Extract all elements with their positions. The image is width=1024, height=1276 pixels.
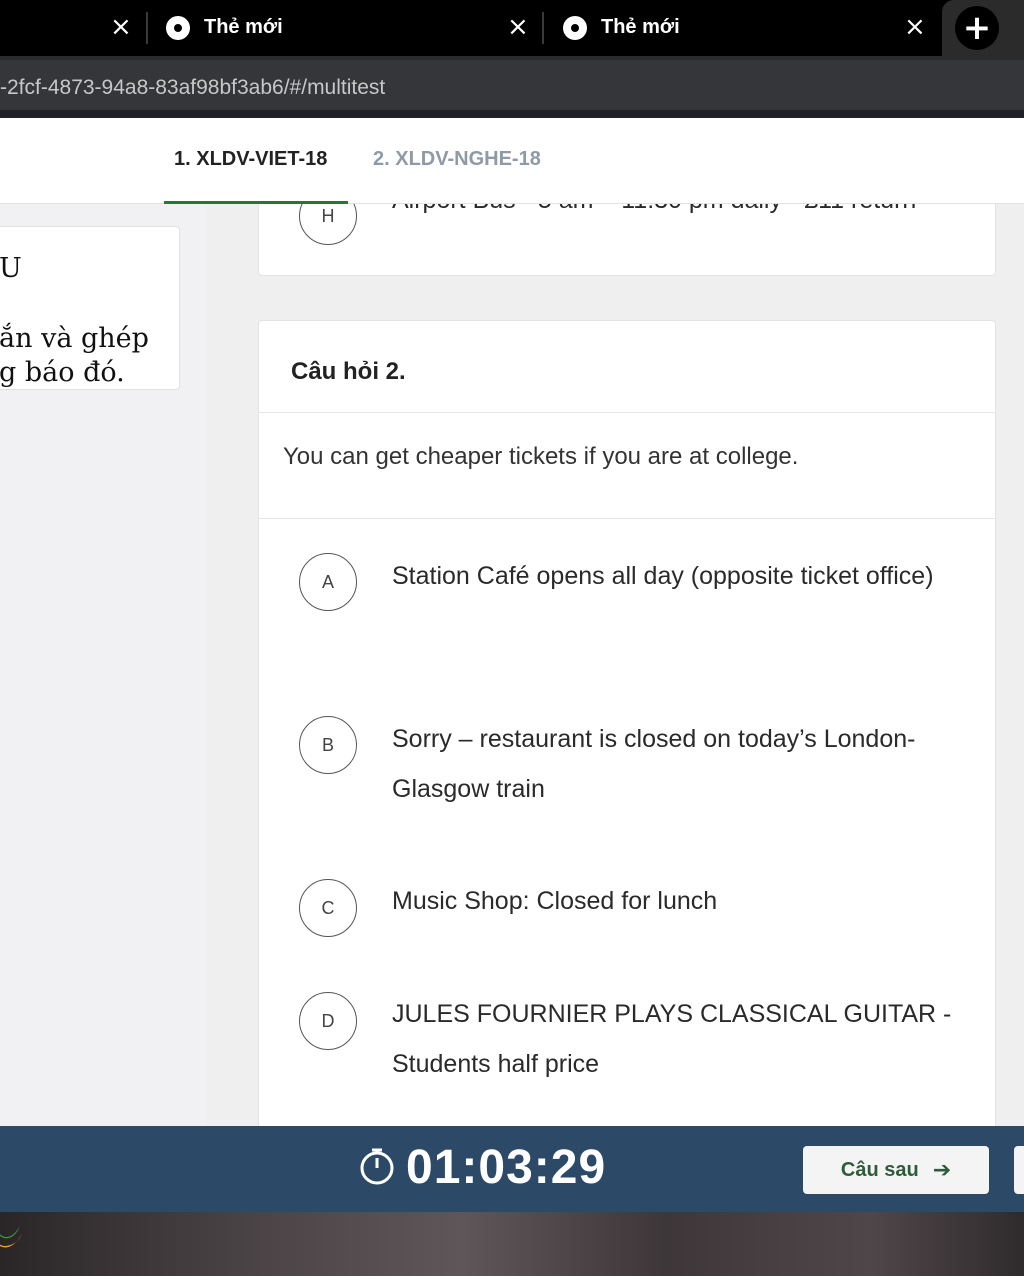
next-question-button[interactable]: Câu sau ➔ <box>803 1146 989 1194</box>
instruction-line: g báo đó. <box>0 357 125 388</box>
tab-close-icon[interactable]: × <box>507 14 529 40</box>
tab-close-icon[interactable]: × <box>110 14 132 40</box>
browser-tab-strip: × Thẻ mới × Thẻ mới × + <box>0 0 1024 56</box>
toolbar-divider <box>0 110 1024 118</box>
desktop-background <box>0 1212 1024 1276</box>
tab-title[interactable]: Thẻ mới <box>601 16 680 39</box>
option-d-text[interactable]: JULES FOURNIER PLAYS CLASSICAL GUITAR -S… <box>392 989 962 1089</box>
countdown-timer: 01:03:29 <box>406 1141 607 1194</box>
tab-xldv-nghe-18[interactable]: 2. XLDV-NGHE-18 <box>373 148 541 171</box>
option-h-text: Airport Bus - 5 am – 11:30 pm daily - £1… <box>392 204 916 215</box>
option-a-circle[interactable]: A <box>299 553 357 611</box>
partial-button[interactable] <box>1014 1146 1024 1194</box>
option-b-text[interactable]: Sorry – restaurant is closed on today’s … <box>392 714 962 814</box>
footer-bar: 01:03:29 Câu sau ➔ <box>0 1126 1024 1212</box>
instruction-line: U <box>0 253 22 284</box>
next-button-label: Câu sau <box>840 1158 919 1181</box>
chrome-icon <box>563 16 587 40</box>
option-c-text[interactable]: Music Shop: Closed for lunch <box>392 876 962 926</box>
question-divider <box>258 518 996 519</box>
tab-separator <box>542 12 544 44</box>
tab-xldv-viet-18[interactable]: 1. XLDV-VIET-18 <box>174 148 327 171</box>
instructions-panel: U ắn và ghép g báo đó. <box>0 226 180 390</box>
option-b-circle[interactable]: B <box>299 716 357 774</box>
option-h-circle[interactable]: H <box>299 204 357 245</box>
previous-option-viewport: H Airport Bus - 5 am – 11:30 pm daily - … <box>240 204 1010 274</box>
tab-title[interactable]: Thẻ mới <box>204 16 283 39</box>
chrome-icon <box>166 16 190 40</box>
question-text: You can get cheaper tickets if you are a… <box>283 443 799 470</box>
option-c-circle[interactable]: C <box>299 879 357 937</box>
url-text[interactable]: -2fcf-4873-94a8-83af98bf3ab6/#/multitest <box>0 76 385 100</box>
app-logo-icon <box>0 1226 22 1248</box>
question-divider <box>258 412 996 413</box>
stopwatch-icon <box>360 1148 394 1185</box>
new-tab-plus-icon[interactable]: + <box>955 6 999 50</box>
instruction-line: ắn và ghép <box>0 323 149 354</box>
address-bar[interactable]: -2fcf-4873-94a8-83af98bf3ab6/#/multitest <box>0 56 1024 118</box>
active-tab-indicator <box>164 201 348 204</box>
option-a-text[interactable]: Station Café opens all day (opposite tic… <box>392 551 962 601</box>
tab-separator <box>146 12 148 44</box>
arrow-right-icon: ➔ <box>932 1157 952 1183</box>
option-d-circle[interactable]: D <box>299 992 357 1050</box>
tab-close-icon[interactable]: × <box>904 14 926 40</box>
question-title: Câu hỏi 2. <box>291 358 406 385</box>
